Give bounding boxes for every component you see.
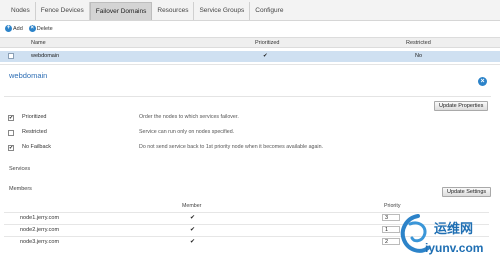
top-nav-bar: Nodes Fence Devices Failover Domains Res…	[0, 0, 500, 21]
divider	[4, 96, 491, 97]
watermark-url: iyunv.com	[425, 241, 484, 255]
tab-configure[interactable]: Configure	[250, 2, 288, 20]
delete-button-label: Delete	[36, 25, 53, 32]
domain-table-header: Name Prioritized Restricted	[0, 37, 500, 48]
prioritized-label: Prioritized	[22, 114, 47, 120]
nav-tabs: Nodes Fence Devices Failover Domains Res…	[6, 2, 288, 20]
member-name: node3.jerry.com	[20, 239, 60, 245]
no-failback-description: Do not send service back to 1st priority…	[139, 144, 324, 150]
restricted-label: Restricted	[22, 129, 47, 135]
list-toolbar: + Add × Delete	[5, 25, 53, 32]
add-button[interactable]: + Add	[5, 25, 23, 32]
tab-fence-devices[interactable]: Fence Devices	[36, 2, 90, 20]
option-no-failback: ✔ No Failback Do not send service back t…	[8, 143, 488, 153]
option-prioritized: ✔ Prioritized Order the nodes to which s…	[8, 113, 488, 123]
tab-failover-domains[interactable]: Failover Domains	[89, 2, 153, 20]
services-label: Services	[9, 166, 31, 172]
no-failback-checkbox[interactable]: ✔	[8, 145, 14, 151]
prioritized-checkbox[interactable]: ✔	[8, 115, 14, 121]
column-header-restricted[interactable]: Restricted	[406, 38, 431, 48]
x-icon: ×	[28, 25, 36, 32]
tab-resources[interactable]: Resources	[152, 2, 195, 20]
plus-icon: +	[5, 25, 12, 32]
detail-title: webdomain	[9, 71, 48, 80]
add-button-label: Add	[13, 25, 23, 32]
update-settings-button[interactable]: Update Settings	[442, 187, 492, 197]
update-properties-button[interactable]: Update Properties	[434, 101, 489, 111]
member-checkbox[interactable]: ✔	[190, 215, 196, 221]
column-header-prioritized[interactable]: Prioritized	[255, 38, 279, 48]
tab-service-groups[interactable]: Service Groups	[194, 2, 251, 20]
row-domain-name: webdomain	[31, 53, 60, 59]
tab-nodes[interactable]: Nodes	[6, 2, 36, 20]
failover-domain-list: + Add × Delete Name Prioritized Restrict…	[0, 21, 500, 64]
restricted-checkbox[interactable]	[8, 130, 14, 136]
row-select-checkbox[interactable]	[8, 53, 14, 59]
column-header-name[interactable]: Name	[31, 38, 46, 48]
no-failback-label: No Failback	[22, 144, 52, 150]
row-prioritized-check: ✔	[263, 53, 268, 59]
watermark-logo: 运维网 iyunv.com	[398, 212, 498, 260]
close-icon[interactable]: ×	[478, 77, 487, 86]
column-header-member: Member	[182, 203, 202, 209]
option-restricted: Restricted Service can run only on nodes…	[8, 128, 488, 138]
member-name: node2.jerry.com	[20, 227, 60, 233]
restricted-description: Service can run only on nodes specified.	[139, 129, 235, 135]
column-header-priority: Priority	[384, 203, 401, 209]
delete-button[interactable]: × Delete	[28, 25, 53, 32]
members-label: Members	[9, 186, 32, 192]
watermark-brand: 运维网	[434, 222, 474, 237]
members-table-header: Member Priority	[4, 202, 489, 210]
prioritized-description: Order the nodes to which services failov…	[139, 114, 239, 120]
row-restricted-value: No	[415, 53, 423, 59]
member-checkbox[interactable]: ✔	[190, 227, 196, 233]
member-checkbox[interactable]: ✔	[190, 239, 196, 245]
member-name: node1.jerry.com	[20, 215, 60, 221]
table-row[interactable]: webdomain ✔ No	[0, 51, 500, 62]
